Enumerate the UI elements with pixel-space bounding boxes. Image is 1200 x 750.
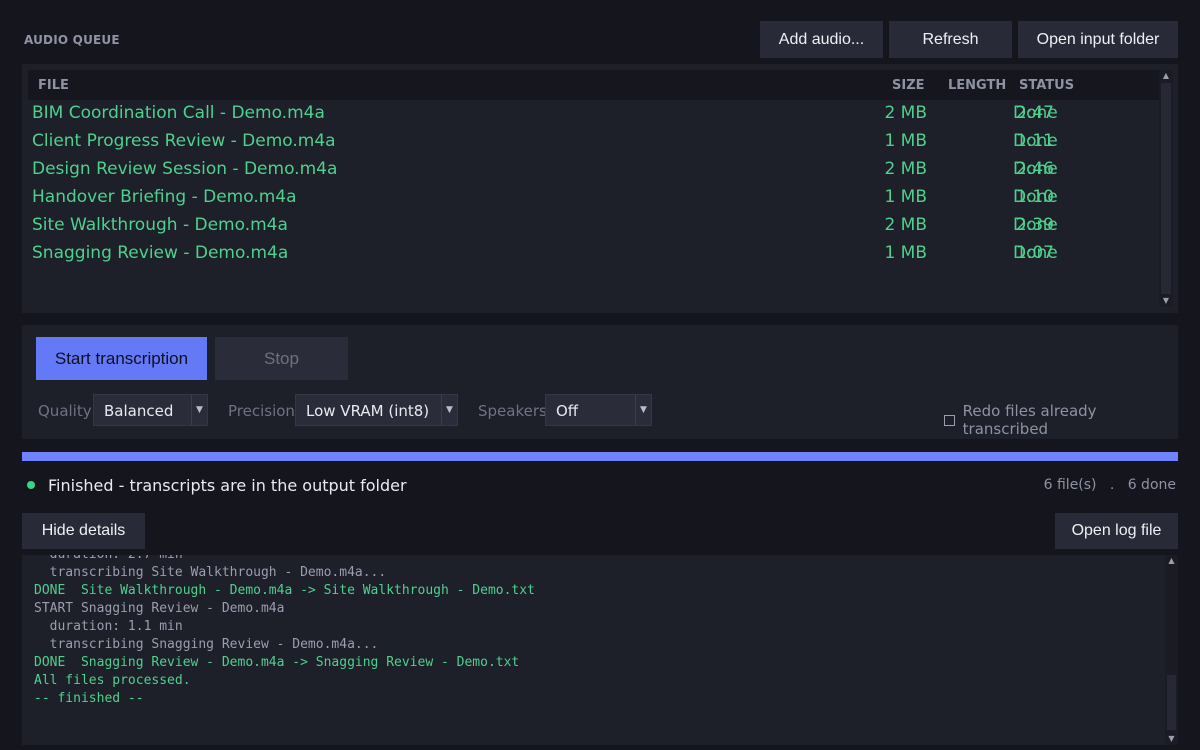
open-log-file-button[interactable]: Open log file [1055,513,1178,549]
progress-bar [22,452,1178,461]
scroll-up-icon[interactable]: ▲ [1159,70,1173,82]
row-file-name: Design Review Session - Demo.m4a [32,159,338,179]
hide-details-button[interactable]: Hide details [22,513,145,549]
speakers-value: Off [556,402,579,420]
chevron-down-icon: ▼ [441,395,457,425]
scroll-down-icon[interactable]: ▼ [1165,733,1178,745]
speakers-select[interactable]: Off ▼ [545,394,652,426]
start-transcription-button[interactable]: Start transcription [36,337,207,380]
precision-label: Precision [228,402,295,420]
quality-label: Quality [38,402,92,420]
column-header-length[interactable]: LENGTH [948,78,1006,93]
log-line: duration: 1.1 min [34,619,183,634]
transcription-controls: Start transcription Stop Quality Balance… [22,325,1178,439]
queue-scrollbar[interactable]: ▲ ▼ [1159,70,1173,307]
chevron-down-icon: ▼ [635,395,651,425]
queue-scroll-thumb[interactable] [1161,83,1171,294]
table-header: FILE SIZE LENGTH STATUS [28,70,1159,100]
redo-checkbox-label: Redo files already transcribed [962,402,1097,438]
log-line: DONE Site Walkthrough - Demo.m4a -> Site… [34,583,535,598]
table-row[interactable]: Snagging Review - Demo.m4a 1 MB 1:07 Don… [22,239,1159,267]
scroll-down-icon[interactable]: ▼ [1159,295,1173,307]
log-line: duration: 2.7 min [34,555,535,564]
row-file-name: BIM Coordination Call - Demo.m4a [32,103,325,123]
column-header-status[interactable]: STATUS [1019,78,1074,93]
add-audio-button[interactable]: Add audio... [760,21,883,58]
row-status: Done [1013,131,1058,151]
row-status: Done [1013,215,1058,235]
log-line: START Snagging Review - Demo.m4a [34,601,285,616]
column-header-file[interactable]: FILE [38,78,69,93]
log-lines: duration: 2.7 min transcribing Site Walk… [34,555,535,708]
row-file-name: Snagging Review - Demo.m4a [32,243,289,263]
stop-button[interactable]: Stop [215,337,348,380]
row-size: 1 MB [884,131,927,151]
redo-checkbox-row[interactable]: Redo files already transcribed [944,402,1178,438]
row-status: Done [1013,187,1058,207]
table-body: BIM Coordination Call - Demo.m4a 2 MB 2:… [22,99,1159,267]
quality-select[interactable]: Balanced ▼ [93,394,208,426]
section-title-audio-queue: AUDIO QUEUE [24,33,120,47]
row-size: 1 MB [884,187,927,207]
row-status: Done [1013,159,1058,179]
audio-queue-table[interactable]: FILE SIZE LENGTH STATUS BIM Coordination… [22,64,1178,313]
quality-value: Balanced [104,402,174,420]
row-status: Done [1013,103,1058,123]
redo-checkbox[interactable] [944,414,955,426]
precision-select[interactable]: Low VRAM (int8) ▼ [295,394,458,426]
table-row[interactable]: Handover Briefing - Demo.m4a 1 MB 1:10 D… [22,183,1159,211]
log-line: All files processed. [34,673,191,688]
row-size: 2 MB [884,159,927,179]
row-file-name: Handover Briefing - Demo.m4a [32,187,297,207]
table-row[interactable]: Site Walkthrough - Demo.m4a 2 MB 2:39 Do… [22,211,1159,239]
count-separator: . [1109,477,1115,493]
table-row[interactable]: Client Progress Review - Demo.m4a 1 MB 1… [22,127,1159,155]
file-count: 6 file(s) [1043,477,1097,493]
log-line: DONE Snagging Review - Demo.m4a -> Snagg… [34,655,520,670]
precision-value: Low VRAM (int8) [306,402,430,420]
speakers-label: Speakers [478,402,547,420]
log-output[interactable]: duration: 2.7 min transcribing Site Walk… [22,555,1178,745]
status-dot-icon [27,481,35,489]
log-line: transcribing Snagging Review - Demo.m4a.… [34,637,379,652]
row-size: 1 MB [884,243,927,263]
log-scrollbar[interactable]: ▲ ▼ [1165,555,1178,745]
open-input-folder-button[interactable]: Open input folder [1018,21,1178,58]
status-message: Finished - transcripts are in the output… [48,476,407,495]
chevron-down-icon: ▼ [191,395,207,425]
table-row[interactable]: Design Review Session - Demo.m4a 2 MB 2:… [22,155,1159,183]
row-size: 2 MB [884,215,927,235]
row-size: 2 MB [884,103,927,123]
status-counts: 6 file(s) . 6 done [1044,477,1176,493]
scroll-up-icon[interactable]: ▲ [1165,555,1178,567]
log-line: -- finished -- [34,691,144,706]
log-scroll-thumb[interactable] [1167,675,1176,730]
table-row[interactable]: BIM Coordination Call - Demo.m4a 2 MB 2:… [22,99,1159,127]
log-line: transcribing Site Walkthrough - Demo.m4a… [34,565,387,580]
row-file-name: Site Walkthrough - Demo.m4a [32,215,288,235]
done-count: 6 done [1127,477,1176,493]
column-header-size[interactable]: SIZE [892,78,925,93]
row-file-name: Client Progress Review - Demo.m4a [32,131,336,151]
refresh-button[interactable]: Refresh [889,21,1012,58]
row-status: Done [1013,243,1058,263]
progress-fill [22,452,1178,461]
